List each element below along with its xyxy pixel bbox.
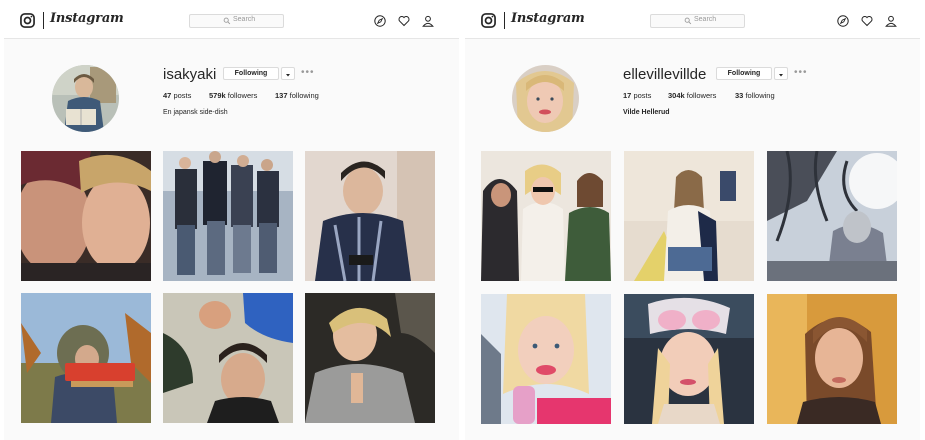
- instagram-wordmark[interactable]: Instagram: [50, 11, 124, 26]
- following-count[interactable]: 137 following: [275, 91, 319, 100]
- post-thumbnail[interactable]: [481, 294, 611, 424]
- profile-page-isakyaki: Instagram Search isakyaki Following ••• …: [4, 0, 459, 440]
- post-thumbnail[interactable]: [767, 151, 897, 281]
- instagram-glyph-icon[interactable]: [20, 13, 35, 28]
- search-icon: [223, 17, 231, 25]
- post-thumbnail[interactable]: [624, 151, 754, 281]
- profile-person-icon[interactable]: [885, 15, 897, 27]
- profile-page-ellevillevillde: Instagram Search ellevillevillde Followi…: [465, 0, 920, 440]
- post-photo: [767, 151, 897, 281]
- instagram-glyph-icon[interactable]: [481, 13, 496, 28]
- profile-person-icon[interactable]: [422, 15, 434, 27]
- following-count[interactable]: 33 following: [735, 91, 775, 100]
- search-placeholder: Search: [694, 16, 717, 23]
- profile-bio: En japansk side-dish: [163, 109, 228, 116]
- post-thumbnail[interactable]: [21, 151, 151, 281]
- logo-divider: [43, 12, 44, 29]
- post-photo: [624, 151, 754, 281]
- post-photo: [21, 293, 151, 423]
- avatar-photo: [52, 65, 119, 132]
- explore-compass-icon[interactable]: [837, 15, 849, 27]
- caret-down-icon: [779, 74, 783, 77]
- screenshot-composite: Instagram Search isakyaki Following ••• …: [0, 0, 925, 440]
- post-photo: [481, 294, 611, 424]
- posts-count: 17 posts: [623, 91, 652, 100]
- avatar[interactable]: [52, 65, 119, 132]
- following-button[interactable]: Following: [716, 67, 772, 80]
- post-thumbnail[interactable]: [305, 293, 435, 423]
- more-options-icon[interactable]: •••: [301, 68, 315, 78]
- post-thumbnail[interactable]: [767, 294, 897, 424]
- post-thumbnail[interactable]: [624, 294, 754, 424]
- post-photo: [305, 293, 435, 423]
- post-photo: [767, 294, 897, 424]
- top-navigation-bar: Instagram Search: [465, 0, 920, 39]
- instagram-wordmark[interactable]: Instagram: [511, 11, 585, 26]
- caret-down-icon: [286, 74, 290, 77]
- search-placeholder: Search: [233, 16, 256, 23]
- post-thumbnail[interactable]: [305, 151, 435, 281]
- activity-heart-icon[interactable]: [861, 15, 873, 27]
- avatar-photo: [512, 65, 579, 132]
- avatar[interactable]: [512, 65, 579, 132]
- logo-divider: [504, 12, 505, 29]
- post-photo: [163, 293, 293, 423]
- suggestions-dropdown-button[interactable]: [281, 67, 295, 80]
- profile-username: isakyaki: [163, 66, 217, 83]
- explore-compass-icon[interactable]: [374, 15, 386, 27]
- followers-count[interactable]: 304k followers: [668, 91, 716, 100]
- following-button[interactable]: Following: [223, 67, 279, 80]
- post-thumbnail[interactable]: [163, 293, 293, 423]
- profile-full-name: Vilde Hellerud: [623, 109, 670, 116]
- profile-username: ellevillevillde: [623, 66, 707, 83]
- search-input[interactable]: Search: [650, 14, 745, 28]
- activity-heart-icon[interactable]: [398, 15, 410, 27]
- post-thumbnail[interactable]: [481, 151, 611, 281]
- posts-count: 47 posts: [163, 91, 192, 100]
- post-thumbnail[interactable]: [21, 293, 151, 423]
- suggestions-dropdown-button[interactable]: [774, 67, 788, 80]
- post-photo: [624, 294, 754, 424]
- post-photo: [163, 151, 293, 281]
- more-options-icon[interactable]: •••: [794, 68, 808, 78]
- search-input[interactable]: Search: [189, 14, 284, 28]
- search-icon: [684, 17, 692, 25]
- top-navigation-bar: Instagram Search: [4, 0, 459, 39]
- post-thumbnail[interactable]: [163, 151, 293, 281]
- post-photo: [481, 151, 611, 281]
- post-photo: [21, 151, 151, 281]
- followers-count[interactable]: 579k followers: [209, 91, 257, 100]
- post-photo: [305, 151, 435, 281]
